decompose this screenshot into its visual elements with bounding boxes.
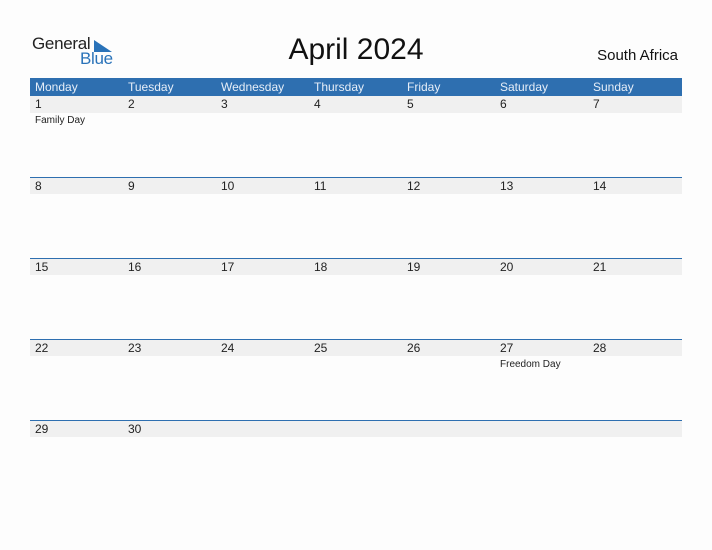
day-cell[interactable]: 11 [309,178,402,258]
day-cell[interactable]: 9 [123,178,216,258]
day-cell[interactable]: 22 [30,340,123,420]
day-cell[interactable]: 20 [495,259,588,339]
weekday-header: Monday Tuesday Wednesday Thursday Friday… [30,78,682,96]
day-cell[interactable]: 30 [123,421,216,501]
day-number: 26 [407,341,421,355]
country-label: South Africa [597,47,678,64]
day-number: 11 [314,179,327,193]
day-number: 1 [35,97,42,111]
day-number: 20 [500,260,514,274]
day-number: 24 [221,341,235,355]
day-number: 28 [593,341,607,355]
day-number: 30 [128,422,142,436]
day-number: 4 [314,97,321,111]
week-row: 8 9 10 11 12 13 14 [30,177,682,258]
weekday-wednesday: Wednesday [221,80,285,94]
week-row: 15 16 17 18 19 20 21 [30,258,682,339]
weekday-thursday: Thursday [314,80,365,94]
day-number: 25 [314,341,328,355]
day-number: 12 [407,179,421,193]
day-number: 13 [500,179,514,193]
day-cell[interactable]: 18 [309,259,402,339]
day-cell[interactable] [216,421,309,501]
week-row: 29 30 [30,420,682,501]
day-number: 18 [314,260,328,274]
day-number: 19 [407,260,421,274]
day-number: 5 [407,97,414,111]
day-cell[interactable]: 23 [123,340,216,420]
day-cell[interactable]: 27 Freedom Day [495,340,588,420]
day-number: 2 [128,97,135,111]
day-number: 6 [500,97,507,111]
weekday-monday: Monday [35,80,78,94]
day-cell[interactable]: 5 [402,96,495,176]
day-cell[interactable]: 28 [588,340,681,420]
day-cell[interactable]: 29 [30,421,123,501]
day-cell[interactable] [309,421,402,501]
day-number: 9 [128,179,135,193]
day-cell[interactable]: 24 [216,340,309,420]
day-cell[interactable]: 26 [402,340,495,420]
weekday-saturday: Saturday [500,80,549,94]
day-number: 21 [593,260,607,274]
day-cell[interactable]: 4 [309,96,402,176]
day-cell[interactable] [402,421,495,501]
day-number: 8 [35,179,42,193]
day-cell[interactable]: 6 [495,96,588,176]
week-row: 22 23 24 25 26 27 Freedom Day 28 [30,339,682,420]
day-number: 29 [35,422,49,436]
day-cell[interactable] [588,421,681,501]
weekday-sunday: Sunday [593,80,634,94]
day-cell[interactable] [495,421,588,501]
day-number: 15 [35,260,49,274]
day-cell[interactable]: 13 [495,178,588,258]
day-cell[interactable]: 12 [402,178,495,258]
day-cell[interactable]: 21 [588,259,681,339]
day-cell[interactable]: 3 [216,96,309,176]
day-number: 22 [35,341,49,355]
day-number: 3 [221,97,228,111]
weekday-friday: Friday [407,80,441,94]
day-number: 7 [593,97,600,111]
day-number: 17 [221,260,235,274]
day-cell[interactable]: 7 [588,96,681,176]
day-cell[interactable]: 19 [402,259,495,339]
day-cell[interactable]: 15 [30,259,123,339]
day-cell[interactable]: 8 [30,178,123,258]
day-number: 14 [593,179,607,193]
day-cell[interactable]: 10 [216,178,309,258]
day-number: 16 [128,260,142,274]
day-cell[interactable]: 2 [123,96,216,176]
holiday-label: Family Day [35,115,86,126]
weekday-tuesday: Tuesday [128,80,174,94]
day-cell[interactable]: 14 [588,178,681,258]
week-row: 1 Family Day 2 3 4 5 6 7 [30,96,682,177]
day-number: 23 [128,341,142,355]
day-cell[interactable]: 17 [216,259,309,339]
day-cell[interactable]: 16 [123,259,216,339]
day-cell[interactable]: 1 Family Day [30,96,123,176]
day-number: 27 [500,341,514,355]
day-cell[interactable]: 25 [309,340,402,420]
holiday-label: Freedom Day [500,359,561,370]
day-number: 10 [221,179,235,193]
